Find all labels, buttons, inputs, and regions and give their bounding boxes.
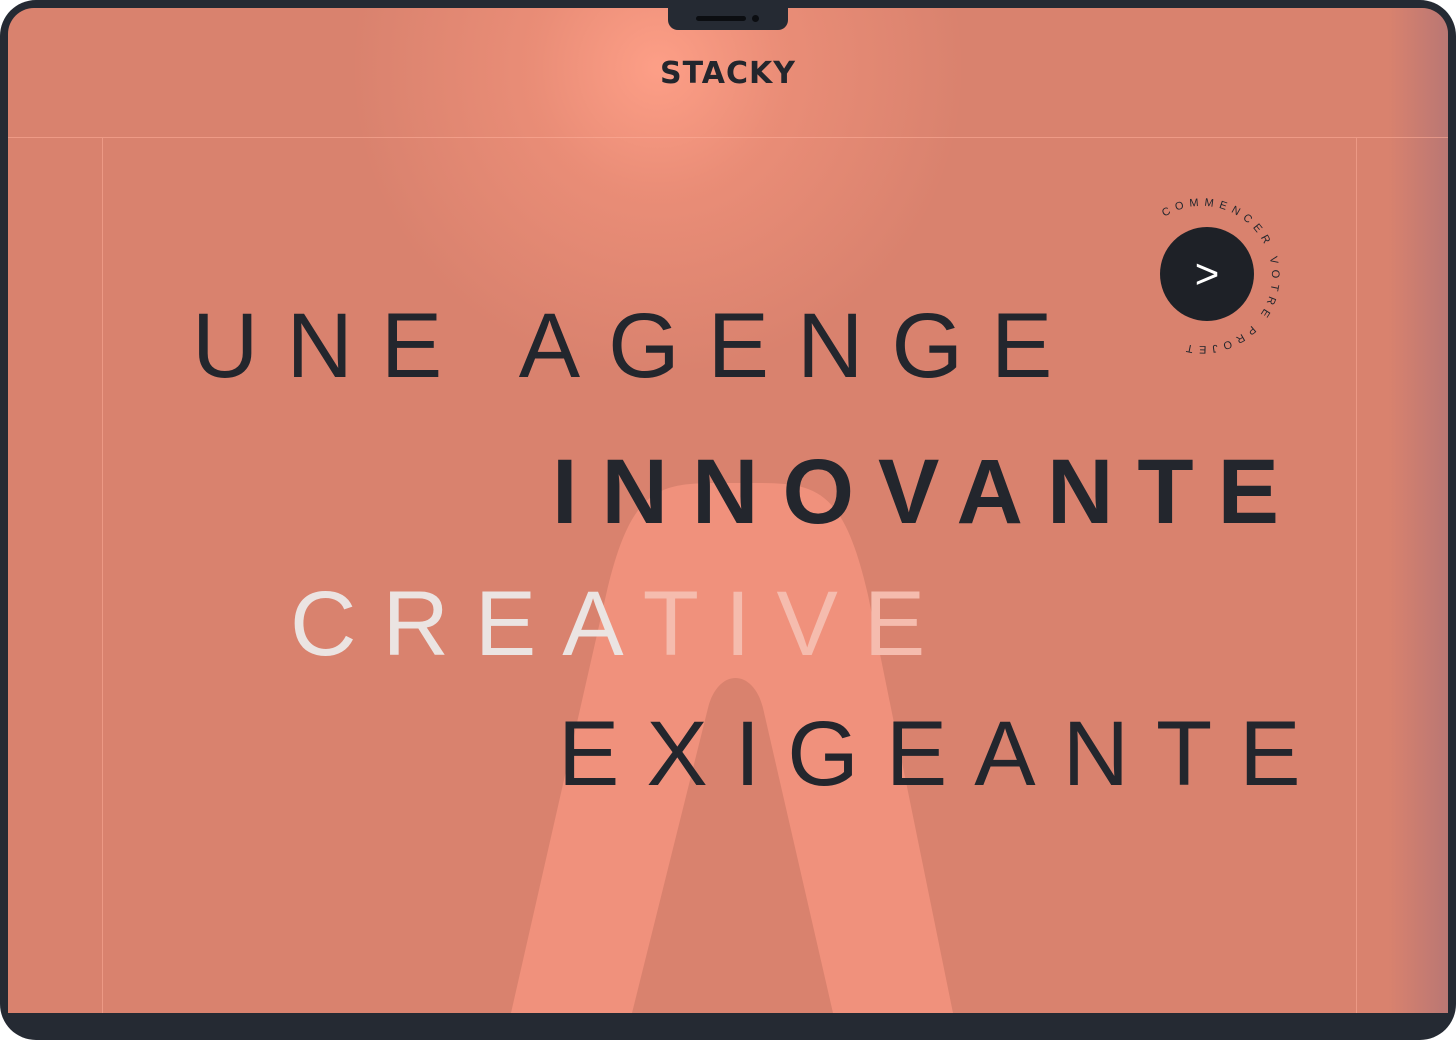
screen: STACKY UNE AGENGE INNOVANTE CREATIVE EXI…: [8, 8, 1448, 1013]
hero-line-1: UNE AGENGE: [192, 295, 1081, 397]
grid-line-left: [102, 138, 103, 1013]
hero-line-4: EXIGEANTE: [558, 703, 1328, 805]
hero-line-3: CREATIVE: [290, 578, 951, 670]
hero-line-2: INNOVANTE: [552, 441, 1303, 543]
device-frame: STACKY UNE AGENGE INNOVANTE CREATIVE EXI…: [0, 0, 1456, 1040]
arrow-icon: >: [1195, 250, 1220, 297]
speaker-icon: [696, 16, 746, 21]
edge-shade: [1388, 8, 1448, 1013]
hero-line-3-part-1: CREA: [290, 573, 643, 675]
start-project-badge[interactable]: COMMENCER VOTRE PROJET >: [1122, 196, 1282, 356]
camera-notch: [668, 0, 788, 30]
header-divider: [8, 137, 1448, 138]
hero-line-3-part-2: TIVE: [642, 573, 952, 675]
grid-line-right: [1356, 138, 1357, 1013]
logo[interactable]: STACKY: [568, 56, 888, 91]
camera-icon: [752, 15, 759, 22]
